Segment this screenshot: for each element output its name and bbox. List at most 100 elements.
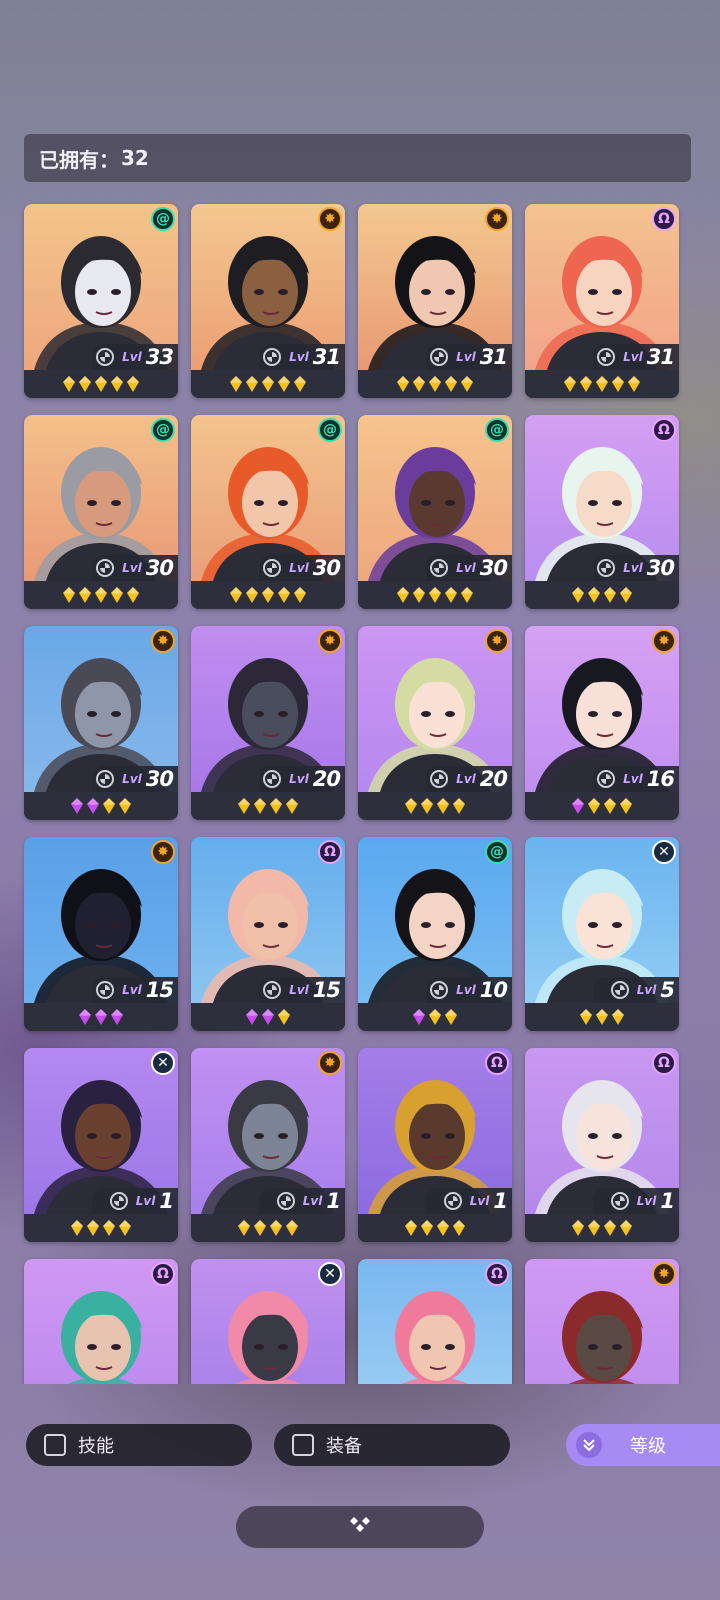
order-class-icon: ✸ xyxy=(151,629,175,653)
gold-gem-icon xyxy=(620,587,632,603)
hero-card[interactable]: Ω Lvl 1 xyxy=(358,1048,512,1242)
gold-gem-icon xyxy=(103,1220,115,1236)
hero-card[interactable]: Ω Lvl 30 xyxy=(525,415,679,609)
gold-gem-icon xyxy=(461,376,473,392)
skill-checkbox[interactable] xyxy=(44,1434,66,1456)
gold-gem-icon xyxy=(572,1220,584,1236)
gold-gem-icon xyxy=(604,1220,616,1236)
level-tag: Lvl 31 xyxy=(593,344,679,370)
level-tag: Lvl 16 xyxy=(593,766,679,792)
level-number: 31 xyxy=(312,345,341,369)
hero-card[interactable]: ✕ Lvl 1 xyxy=(24,1048,178,1242)
cooldown-dial-icon xyxy=(430,770,449,788)
order-class-icon: ✸ xyxy=(318,629,342,653)
equip-filter-toggle[interactable]: 装备 xyxy=(274,1424,510,1466)
star-gem-row xyxy=(191,1003,345,1031)
skill-filter-toggle[interactable]: 技能 xyxy=(26,1424,252,1466)
hero-card[interactable]: ✸ Lvl 31 xyxy=(191,204,345,398)
gold-gem-icon xyxy=(413,587,425,603)
level-prefix: Lvl xyxy=(289,350,309,364)
star-gem-row xyxy=(525,792,679,820)
hero-card[interactable]: ✸ xyxy=(525,1259,679,1384)
hero-card[interactable]: ✸ Lvl 20 xyxy=(358,626,512,820)
hero-card[interactable]: Ω xyxy=(24,1259,178,1384)
star-gem-row xyxy=(191,1214,345,1242)
level-prefix: Lvl xyxy=(289,983,309,997)
gold-gem-icon xyxy=(413,376,425,392)
hero-card[interactable]: @ Lvl 10 xyxy=(358,837,512,1031)
sort-level-button[interactable]: 等级 xyxy=(566,1424,720,1466)
order-class-icon: ✸ xyxy=(318,207,342,231)
gold-gem-icon xyxy=(95,376,107,392)
hero-card[interactable]: @ Lvl 30 xyxy=(191,415,345,609)
hero-card[interactable]: ✸ Lvl 16 xyxy=(525,626,679,820)
hero-grid-viewport[interactable]: @ Lvl 33 ✸ Lvl 31 ✸ Lvl 31 Ω Lvl 31 @ Lvl 30 @ Lvl 30 @ Lvl… xyxy=(0,200,720,1384)
chevrons-down-icon xyxy=(576,1432,602,1458)
star-gem-row xyxy=(191,581,345,609)
hero-card[interactable]: ✕ xyxy=(191,1259,345,1384)
mystic-class-icon: Ω xyxy=(485,1262,509,1286)
hero-card[interactable]: ✸ Lvl 20 xyxy=(191,626,345,820)
gold-gem-icon xyxy=(95,587,107,603)
nature-class-icon: @ xyxy=(151,418,175,442)
gold-gem-icon xyxy=(238,1220,250,1236)
gold-gem-icon xyxy=(103,798,115,814)
level-prefix: Lvl xyxy=(289,772,309,786)
level-number: 31 xyxy=(646,345,675,369)
hero-card[interactable]: @ Lvl 30 xyxy=(358,415,512,609)
nature-class-icon: @ xyxy=(151,207,175,231)
level-number: 15 xyxy=(145,978,174,1002)
level-tag: Lvl 1 xyxy=(593,1188,679,1214)
hero-card[interactable]: ✸ Lvl 1 xyxy=(191,1048,345,1242)
hero-card[interactable]: Ω xyxy=(358,1259,512,1384)
hero-card[interactable]: ✸ Lvl 30 xyxy=(24,626,178,820)
hero-card[interactable]: @ Lvl 33 xyxy=(24,204,178,398)
hero-card[interactable]: ✸ Lvl 31 xyxy=(358,204,512,398)
gold-gem-icon xyxy=(429,587,441,603)
equip-checkbox[interactable] xyxy=(292,1434,314,1456)
level-number: 31 xyxy=(479,345,508,369)
cooldown-dial-icon xyxy=(263,559,282,577)
level-tag: Lvl 30 xyxy=(426,555,512,581)
gold-gem-icon xyxy=(111,587,123,603)
gem-cluster-icon xyxy=(346,1515,374,1539)
gold-gem-icon xyxy=(278,1009,290,1025)
level-number: 1 xyxy=(660,1189,675,1213)
gold-gem-icon xyxy=(572,587,584,603)
expand-panel-handle[interactable] xyxy=(236,1506,484,1548)
chaos-class-icon: ✕ xyxy=(652,840,676,864)
level-number: 1 xyxy=(493,1189,508,1213)
order-class-icon: ✸ xyxy=(485,207,509,231)
gold-gem-icon xyxy=(278,587,290,603)
level-prefix: Lvl xyxy=(456,350,476,364)
order-class-icon: ✸ xyxy=(652,629,676,653)
gold-gem-icon xyxy=(421,1220,433,1236)
hero-card[interactable]: Ω Lvl 15 xyxy=(191,837,345,1031)
cooldown-dial-icon xyxy=(96,770,115,788)
star-gem-row xyxy=(191,370,345,398)
hero-card[interactable]: Ω Lvl 31 xyxy=(525,204,679,398)
gold-gem-icon xyxy=(604,798,616,814)
purple-gem-icon xyxy=(572,798,584,814)
hero-card[interactable]: ✕ Lvl 5 xyxy=(525,837,679,1031)
star-gem-row xyxy=(358,581,512,609)
level-tag: Lvl 10 xyxy=(426,977,512,1003)
hero-card[interactable]: Ω Lvl 1 xyxy=(525,1048,679,1242)
order-class-icon: ✸ xyxy=(318,1051,342,1075)
level-prefix: Lvl xyxy=(636,983,657,997)
hero-card[interactable]: @ Lvl 30 xyxy=(24,415,178,609)
gold-gem-icon xyxy=(628,376,640,392)
chaos-class-icon: ✕ xyxy=(151,1051,175,1075)
star-gem-row xyxy=(525,1003,679,1031)
hero-card[interactable]: ✸ Lvl 15 xyxy=(24,837,178,1031)
cooldown-dial-icon xyxy=(610,1192,629,1210)
level-prefix: Lvl xyxy=(469,1194,490,1208)
gold-gem-icon xyxy=(230,587,242,603)
gold-gem-icon xyxy=(63,587,75,603)
gold-gem-icon xyxy=(453,1220,465,1236)
gold-gem-icon xyxy=(445,376,457,392)
gold-gem-icon xyxy=(588,587,600,603)
cooldown-dial-icon xyxy=(430,348,449,366)
level-tag: Lvl 5 xyxy=(593,977,679,1003)
level-prefix: Lvl xyxy=(456,983,476,997)
